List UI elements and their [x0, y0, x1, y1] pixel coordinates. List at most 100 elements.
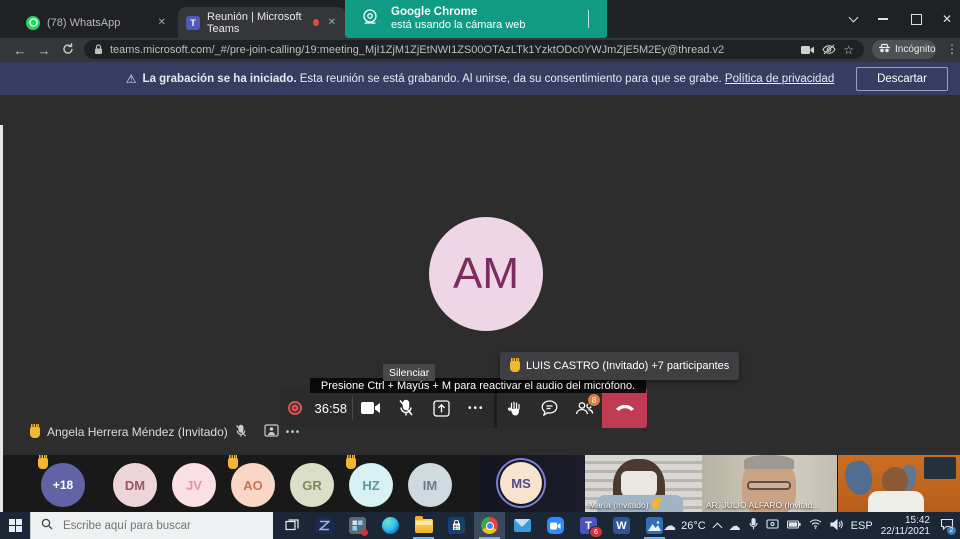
app-icon-file-explorer[interactable] [408, 512, 439, 539]
share-screen-button[interactable] [423, 388, 458, 428]
taskbar-search[interactable] [30, 512, 273, 539]
video-thumbnail[interactable] [838, 455, 960, 512]
raised-hand-icon [38, 458, 48, 469]
participant-avatar[interactable]: IM [408, 463, 452, 507]
bookmark-star-icon[interactable]: ☆ [843, 43, 854, 57]
search-input[interactable] [61, 519, 245, 533]
notification-badge: 2 [947, 526, 956, 535]
mic-muted-button[interactable] [388, 388, 423, 428]
unmute-hint: Presione Ctrl + Mayús + M para reactivar… [310, 378, 646, 393]
mic-muted-icon [235, 424, 247, 441]
banner-text: Esta reunión se está grabando. Al unirse… [300, 73, 722, 85]
teams-badge: 6 [589, 526, 603, 538]
video-thumbnail[interactable]: AR. JULIO ALFARO (Invitad... [702, 455, 837, 512]
privacy-policy-link[interactable]: Política de privacidad [725, 73, 834, 85]
more-options-button[interactable]: ••• [459, 388, 494, 428]
tab-close-icon[interactable]: ✕ [326, 16, 338, 30]
tab-label: Reunión | Microsoft Teams [207, 11, 306, 35]
chrome-menu-icon[interactable]: ⋮ [946, 42, 958, 56]
hang-up-button[interactable] [602, 388, 647, 428]
weather-widget[interactable]: ☁ 26°C [663, 518, 706, 534]
screen: (78) WhatsApp ✕ T Reunión | Microsoft Te… [0, 0, 960, 539]
clock-date: 22/11/2021 [881, 526, 930, 537]
back-icon[interactable]: ← [8, 43, 32, 58]
app-icon-edge[interactable] [375, 512, 406, 539]
camera-toggle-button[interactable] [353, 388, 388, 428]
app-icon-chrome-active[interactable] [474, 512, 505, 539]
participant-avatar[interactable]: DM [113, 463, 157, 507]
mute-tooltip: Silenciar [383, 364, 435, 381]
action-center-button[interactable]: 2 [940, 518, 954, 533]
reload-icon[interactable] [56, 43, 80, 58]
tray-expand-icon[interactable] [712, 522, 722, 532]
app-icon-word[interactable]: W [606, 512, 637, 539]
language-indicator[interactable]: ESP [851, 520, 873, 532]
recording-banner: ⚠ La grabación se ha iniciado. Esta reun… [0, 62, 960, 95]
participant-avatar[interactable]: +18 [41, 463, 85, 507]
tab-teams[interactable]: T Reunión | Microsoft Teams ✕ [178, 7, 346, 38]
tab-close-icon[interactable]: ✕ [156, 16, 168, 30]
window-maximize-button[interactable] [905, 8, 927, 30]
avatar-initials: GR [302, 478, 322, 493]
toast-expand-chevron-icon[interactable] [588, 10, 589, 28]
weather-cloud-icon: ☁ [663, 518, 676, 534]
participants-tooltip-text: LUIS CASTRO (Invitado) +7 participantes [526, 360, 729, 372]
participant-avatar[interactable]: MS [500, 462, 542, 504]
windows-logo-icon [9, 519, 22, 532]
taskbar-clock[interactable]: 15:42 22/11/2021 [881, 515, 930, 537]
call-timer: 36:58 [309, 401, 352, 416]
participant-avatar[interactable]: JV [172, 463, 216, 507]
video-thumbnail[interactable]: María (Invitado) [585, 455, 702, 512]
tab-whatsapp[interactable]: (78) WhatsApp ✕ [18, 7, 176, 38]
participants-tooltip: LUIS CASTRO (Invitado) +7 participantes [500, 352, 739, 380]
call-control-bar: 36:58 ••• [280, 388, 647, 428]
toast-title: Google Chrome [391, 5, 526, 19]
raised-hand-icon [30, 427, 40, 438]
app-icon-teams[interactable]: T 6 [573, 512, 604, 539]
avatar-initials: DM [125, 478, 145, 493]
participants-button[interactable]: 8 [567, 388, 602, 428]
start-button[interactable] [0, 512, 31, 539]
microphone-tray-icon[interactable] [749, 518, 758, 533]
tab-search-chevron-icon[interactable] [842, 8, 864, 30]
window-close-button[interactable]: ✕ [936, 8, 958, 30]
address-bar[interactable]: teams.microsoft.com/_#/pre-join-calling/… [84, 40, 864, 59]
app-icon-zoom[interactable] [540, 512, 571, 539]
onedrive-icon[interactable]: ☁ [729, 519, 741, 533]
self-name: Angela Herrera Méndez (Invitado) [47, 425, 228, 439]
raised-hand-icon [510, 361, 520, 372]
recording-indicator-icon [280, 388, 309, 428]
pin-participant-icon[interactable] [264, 424, 279, 440]
video-label: AR. JULIO ALFARO (Invitad... [706, 500, 819, 510]
app-icon-store[interactable] [441, 512, 472, 539]
app-icon-mail[interactable] [507, 512, 538, 539]
camera-permission-toast[interactable]: Google Chrome está usando la cámara web [345, 0, 607, 38]
dismiss-button[interactable]: Descartar [856, 67, 948, 91]
volume-icon[interactable] [830, 519, 843, 533]
app-icon-with-notification[interactable] [342, 512, 373, 539]
webcam-icon [359, 6, 381, 33]
incognito-badge: Incógnito [872, 40, 936, 59]
warning-icon: ⚠ [126, 72, 137, 86]
incognito-label: Incógnito [895, 44, 936, 55]
participant-avatar[interactable]: AO [231, 463, 275, 507]
raise-hand-button[interactable] [497, 388, 532, 428]
app-icon-scanner[interactable] [309, 512, 340, 539]
lock-icon [94, 44, 103, 55]
url-text: teams.microsoft.com/_#/pre-join-calling/… [110, 44, 794, 56]
window-minimize-button[interactable] [872, 8, 894, 30]
task-view-button[interactable] [276, 512, 307, 539]
avatar-initials: IM [423, 478, 437, 493]
participant-strip: +18 DM JV AO GR HZ IM MS [0, 455, 960, 512]
chat-button[interactable] [532, 388, 567, 428]
self-more-options-icon[interactable]: ••• [286, 427, 301, 438]
forward-icon[interactable]: → [32, 43, 56, 58]
participants-count-badge: 8 [587, 393, 601, 407]
battery-icon[interactable] [787, 520, 801, 532]
participant-avatar[interactable]: GR [290, 463, 334, 507]
eye-blocked-icon[interactable] [822, 44, 836, 55]
cast-display-icon[interactable] [766, 519, 779, 533]
camera-access-icon[interactable] [801, 45, 815, 55]
participant-avatar[interactable]: HZ [349, 463, 393, 507]
wifi-icon[interactable] [809, 519, 822, 532]
